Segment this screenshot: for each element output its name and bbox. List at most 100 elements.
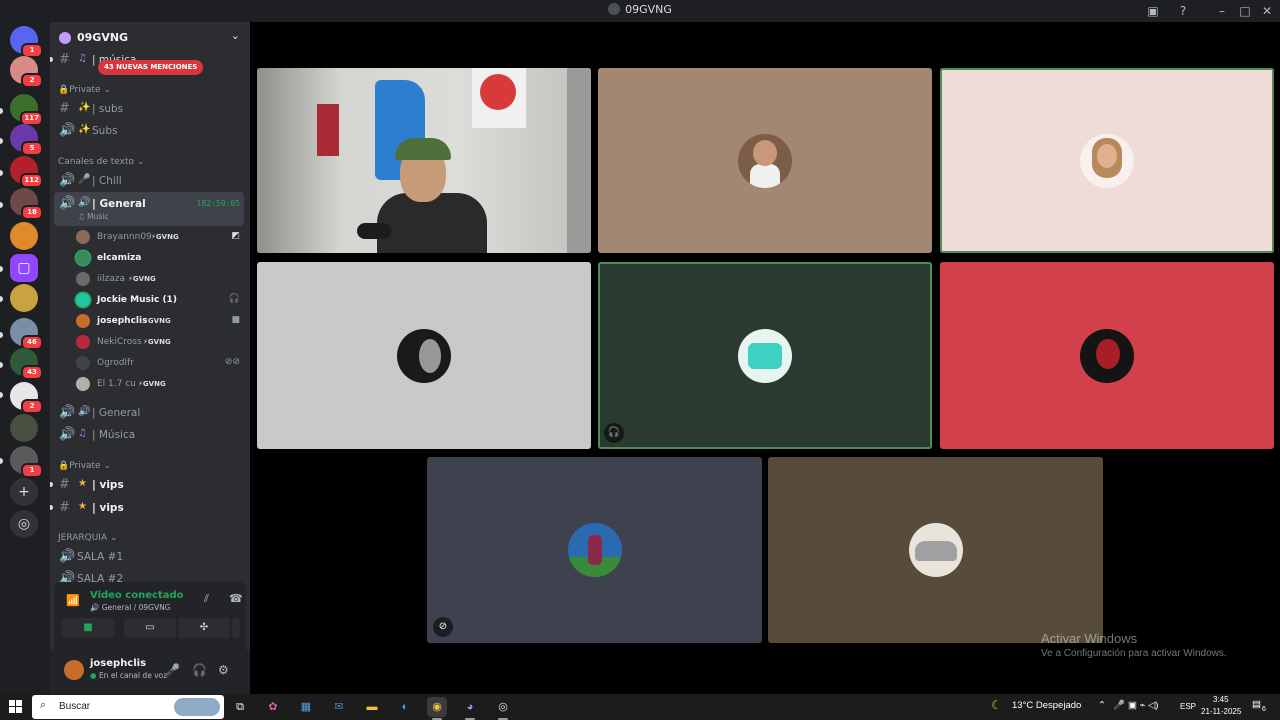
speaker-icon: 🔊 bbox=[59, 123, 76, 138]
server-icon-blue[interactable]: 46 bbox=[10, 318, 43, 350]
help-icon[interactable]: ? bbox=[1175, 3, 1191, 19]
server-icon-galaxy[interactable]: 5 bbox=[10, 124, 43, 156]
taskbar-search[interactable]: ⌕ Buscar bbox=[32, 695, 224, 719]
video-tile-user[interactable]: 🎧 bbox=[598, 262, 932, 449]
discover-icon[interactable]: ◎ bbox=[10, 510, 38, 538]
video-tile-user[interactable] bbox=[940, 262, 1274, 449]
avatar bbox=[397, 328, 451, 383]
tray-icons[interactable]: ▣ ⌁ ◁) bbox=[1128, 700, 1158, 711]
server-icon-cartoon[interactable] bbox=[10, 222, 38, 250]
guild-header[interactable]: 09GVNG ⌄ bbox=[50, 22, 250, 52]
inbox-icon[interactable]: ▣ bbox=[1145, 3, 1161, 19]
headphones-icon[interactable]: 🎧 bbox=[192, 663, 207, 677]
video-tile-user[interactable] bbox=[598, 68, 932, 253]
channel-subs-text[interactable]: # ✨ | subs bbox=[50, 99, 250, 119]
maximize-button[interactable]: □ bbox=[1237, 3, 1253, 19]
video-tile-camera[interactable] bbox=[257, 68, 591, 253]
voice-member[interactable]: josephclis ⚡GVNG ■ bbox=[76, 311, 246, 331]
chrome-icon[interactable]: ◉ bbox=[427, 697, 447, 717]
outlook-icon[interactable]: ✉ bbox=[329, 697, 349, 717]
voice-member[interactable]: Ogrodlfr ⊘⊘ bbox=[76, 353, 246, 373]
server-icon-portrait[interactable]: 18 bbox=[10, 188, 43, 220]
channel-vips-2[interactable]: # ★ | vips bbox=[50, 498, 250, 518]
channel-chill[interactable]: 🔊 🎤 | Chill bbox=[50, 171, 250, 191]
noise-suppression-icon[interactable]: ⫽ bbox=[204, 592, 209, 606]
microphone-icon[interactable]: 🎤 bbox=[165, 663, 180, 677]
soundboard-button[interactable] bbox=[232, 618, 240, 638]
server-icon-grey[interactable] bbox=[10, 414, 38, 442]
channel-general1[interactable]: 🔊 🔊 | General bbox=[50, 403, 250, 423]
windows-start-icon[interactable] bbox=[9, 700, 23, 714]
voice-member[interactable]: elcamiza bbox=[76, 248, 246, 268]
avatar[interactable] bbox=[64, 660, 84, 680]
video-tile-user[interactable] bbox=[768, 457, 1103, 643]
moon-weather-icon[interactable]: ☾ bbox=[991, 698, 1002, 712]
taskbar: ⌕ Buscar ⧉ ✿ ▦ ✉ ▬ ◐ ◉ ◕ ◎ ☾ 13°C Despej… bbox=[0, 694, 1280, 720]
chevron-up-icon[interactable]: ⌃ bbox=[1098, 700, 1106, 711]
current-username[interactable]: josephclis bbox=[90, 658, 146, 669]
disconnect-icon[interactable]: ☎ bbox=[229, 592, 243, 605]
notification-icon[interactable]: ▤ bbox=[1252, 699, 1261, 710]
new-mentions-banner[interactable]: 43 NUEVAS MENCIONES bbox=[98, 60, 204, 75]
voice-member[interactable]: NekiCross ⚡GVNG bbox=[76, 332, 246, 352]
language-indicator[interactable]: ESP bbox=[1180, 702, 1196, 711]
settings-gear-icon[interactable]: ⚙ bbox=[218, 663, 229, 677]
video-tile-user[interactable] bbox=[257, 262, 591, 449]
store-icon[interactable]: ▦ bbox=[296, 697, 316, 717]
file-explorer-icon[interactable]: ▬ bbox=[362, 697, 382, 717]
channel-musica[interactable]: 🔊 ♫ | Música bbox=[50, 425, 250, 445]
video-tile-user[interactable] bbox=[940, 68, 1274, 253]
screen-share-button[interactable]: ▭ bbox=[124, 618, 176, 638]
signal-icon[interactable]: 📶 bbox=[66, 594, 80, 607]
avatar bbox=[76, 293, 90, 307]
server-icon-green[interactable]: 43 bbox=[10, 348, 43, 380]
call-timer: 182:59:05 bbox=[196, 199, 240, 208]
channel-sala-1[interactable]: 🔊 SALA #1 bbox=[50, 547, 250, 567]
minimize-button[interactable]: – bbox=[1214, 3, 1230, 19]
search-icon: ⌕ bbox=[40, 699, 47, 711]
copilot-icon[interactable]: ✿ bbox=[263, 697, 283, 717]
video-tile-user[interactable]: ⊘ bbox=[427, 457, 762, 643]
category-jerarquia[interactable]: JERARQUIA ⌄ bbox=[58, 533, 118, 543]
activities-button[interactable]: ✣ bbox=[178, 618, 230, 638]
server-icon-red[interactable]: 112 bbox=[10, 156, 43, 188]
voice-member[interactable]: Brayannn09 ⚡GVNG ◩ bbox=[76, 227, 246, 247]
task-view-icon[interactable]: ⧉ bbox=[230, 697, 250, 717]
person-cap bbox=[395, 138, 451, 160]
server-icon-weed[interactable]: 117 bbox=[10, 94, 43, 126]
microphone-tray-icon[interactable]: 🎤 bbox=[1113, 700, 1125, 711]
server-icon-photo[interactable]: 1 bbox=[10, 446, 43, 478]
channel-subs-voice[interactable]: 🔊 ✨ Subs bbox=[50, 121, 250, 141]
voice-member[interactable]: Jockie Music (1) 🎧 bbox=[76, 290, 246, 310]
activation-watermark: Activar Windows Ve a Configuración para … bbox=[1041, 631, 1227, 659]
clock-date[interactable]: 21-11-2025 bbox=[1201, 707, 1241, 716]
discord-taskbar-icon[interactable]: ◕ bbox=[460, 697, 480, 717]
voice-status[interactable]: Video conectado bbox=[90, 590, 183, 601]
camera-button[interactable]: ■ bbox=[62, 618, 114, 638]
microphone-icon: 🎤 bbox=[78, 174, 91, 185]
clock-time[interactable]: 3:45 bbox=[1213, 695, 1229, 704]
avatar bbox=[1080, 328, 1134, 383]
channel-general[interactable]: 🔊 🔊 | General 182:59:05 bbox=[50, 194, 250, 214]
add-server-icon[interactable]: + bbox=[10, 478, 38, 506]
obs-icon[interactable]: ◎ bbox=[493, 697, 513, 717]
weather-text[interactable]: 13°C Despejado bbox=[1012, 700, 1081, 711]
category-private[interactable]: 🔒Private ⌄ bbox=[58, 85, 111, 95]
edge-icon[interactable]: ◐ bbox=[395, 697, 415, 717]
category-text-channels[interactable]: Canales de texto ⌄ bbox=[58, 157, 144, 167]
discord-home-icon[interactable]: 1 bbox=[10, 26, 43, 58]
close-button[interactable]: ✕ bbox=[1259, 3, 1275, 19]
voice-member[interactable]: El 1.7 cu ⚡GVNG bbox=[76, 374, 246, 394]
voice-member[interactable]: iilzaza ⚡GVNG bbox=[76, 269, 246, 289]
category-private-2[interactable]: 🔒Private ⌄ bbox=[58, 461, 111, 471]
twitch-icon[interactable]: ▢ bbox=[10, 254, 38, 282]
avatar bbox=[738, 133, 792, 188]
channel-vips-1[interactable]: # ★ | vips bbox=[50, 475, 250, 495]
streaming-icon: ◩ bbox=[231, 231, 240, 241]
dm-avatar[interactable]: 2 bbox=[10, 56, 43, 88]
user-panel: josephclis ● En el canal de voz 🎤 🎧 ⚙ bbox=[50, 650, 250, 694]
star-icon: ★ bbox=[78, 478, 87, 489]
server-icon-gold[interactable] bbox=[10, 284, 38, 312]
microphone bbox=[357, 223, 391, 239]
server-icon-white[interactable]: 2 bbox=[10, 382, 43, 414]
